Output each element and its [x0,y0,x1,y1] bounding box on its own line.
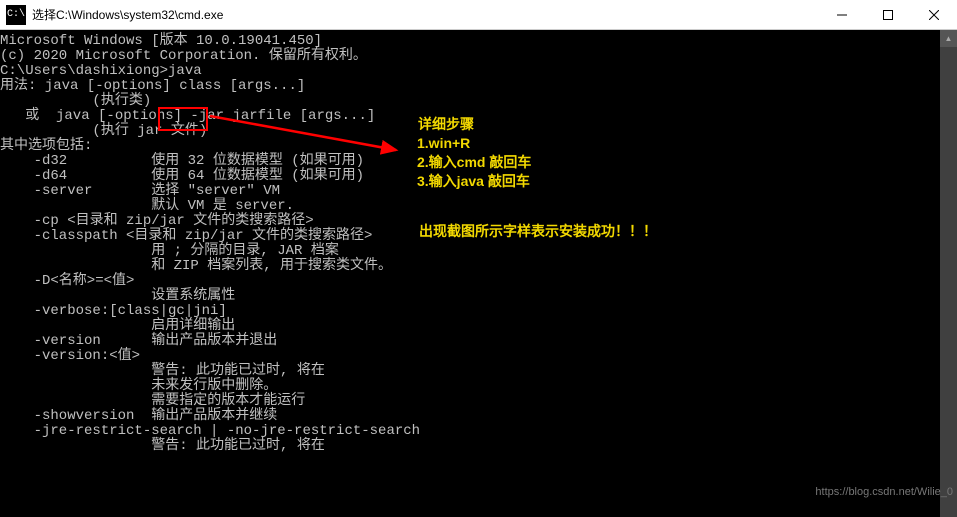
terminal-line: C:\Users\dashixiong>java [0,64,940,79]
maximize-button[interactable] [865,0,911,30]
terminal-line: -D<名称>=<值> [0,274,940,289]
scrollbar-track[interactable] [940,47,957,517]
terminal-line: -classpath <目录和 zip/jar 文件的类搜索路径> [0,229,940,244]
terminal-line: (执行类) [0,94,940,109]
terminal-line: -server 选择 "server" VM [0,184,940,199]
terminal-line: 警告: 此功能已过时, 将在 [0,364,940,379]
terminal-line: -d32 使用 32 位数据模型 (如果可用) [0,154,940,169]
window-controls [819,0,957,30]
minimize-button[interactable] [819,0,865,30]
terminal-line: 用 ; 分隔的目录, JAR 档案 [0,244,940,259]
terminal-line: -showversion 输出产品版本并继续 [0,409,940,424]
scroll-up-arrow[interactable]: ▲ [940,30,957,47]
terminal-line: -version:<值> [0,349,940,364]
terminal-line: -version 输出产品版本并退出 [0,334,940,349]
terminal-line: 或 java [-options] -jar jarfile [args...] [0,109,940,124]
terminal-line: -verbose:[class|gc|jni] [0,304,940,319]
terminal-line: -jre-restrict-search | -no-jre-restrict-… [0,424,940,439]
terminal-line: 用法: java [-options] class [args...] [0,79,940,94]
terminal-line: Microsoft Windows [版本 10.0.19041.450] [0,34,940,49]
terminal-line: 其中选项包括: [0,139,940,154]
window-icon: C:\ [6,5,26,25]
vertical-scrollbar[interactable]: ▲ [940,30,957,500]
watermark: https://blog.csdn.net/Wilie_0 [815,486,953,498]
window-titlebar: C:\ 选择C:\Windows\system32\cmd.exe [0,0,957,30]
terminal-line: 默认 VM 是 server. [0,199,940,214]
terminal-line: 需要指定的版本才能运行 [0,394,940,409]
window-title: 选择C:\Windows\system32\cmd.exe [32,6,819,23]
terminal-line: (c) 2020 Microsoft Corporation. 保留所有权利。 [0,49,940,64]
terminal-line: -cp <目录和 zip/jar 文件的类搜索路径> [0,214,940,229]
terminal-line: (执行 jar 文件) [0,124,940,139]
close-button[interactable] [911,0,957,30]
terminal-line: -d64 使用 64 位数据模型 (如果可用) [0,169,940,184]
terminal-container: Microsoft Windows [版本 10.0.19041.450](c)… [0,30,957,500]
terminal-line: 警告: 此功能已过时, 将在 [0,439,940,454]
terminal-line: 启用详细输出 [0,319,940,334]
terminal-output[interactable]: Microsoft Windows [版本 10.0.19041.450](c)… [0,30,940,454]
terminal-line: 和 ZIP 档案列表, 用于搜索类文件。 [0,259,940,274]
terminal-line: 未来发行版中删除。 [0,379,940,394]
terminal-line: 设置系统属性 [0,289,940,304]
